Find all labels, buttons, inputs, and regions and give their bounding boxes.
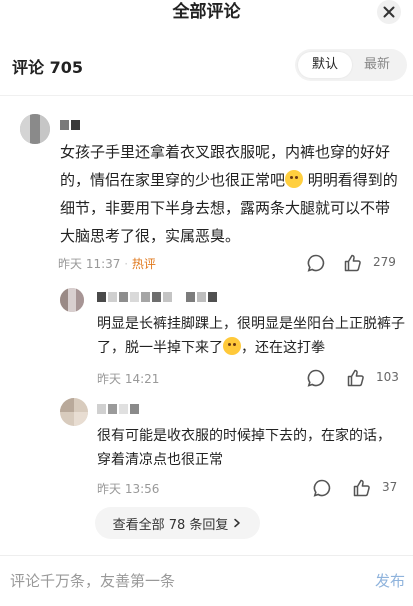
- comment-bubble-icon: [307, 369, 325, 387]
- hot-badge: 热评: [131, 257, 156, 271]
- close-button[interactable]: [377, 0, 401, 24]
- avatar[interactable]: [20, 114, 50, 144]
- reply-button[interactable]: [306, 252, 326, 274]
- page-title: 全部评论: [172, 2, 241, 22]
- like-button[interactable]: [346, 367, 366, 389]
- avatar[interactable]: [60, 398, 88, 426]
- comment-time: 昨天 11:37: [58, 257, 121, 271]
- like-count: 103: [376, 370, 399, 384]
- publish-button[interactable]: 发布: [375, 570, 405, 591]
- thumbs-up-icon: [353, 479, 370, 497]
- reply-time: 昨天 13:56: [97, 482, 160, 496]
- chevron-right-icon: [234, 518, 241, 528]
- close-icon: [383, 6, 395, 18]
- username[interactable]: [60, 120, 80, 130]
- header: 全部评论: [0, 0, 413, 24]
- view-all-replies-button[interactable]: 查看全部 78 条回复: [95, 507, 260, 539]
- comment-actions: 279: [300, 252, 410, 274]
- sort-toggle: 默认 最新: [295, 49, 407, 81]
- view-all-label: 查看全部 78 条回复: [112, 517, 229, 533]
- divider: [0, 95, 413, 96]
- like-count: 279: [373, 255, 396, 269]
- reply-button[interactable]: [312, 477, 332, 499]
- reply-text: 很有可能是收衣服的时候掉下去的，在家的话，穿着清凉点也很正常: [97, 428, 391, 468]
- sort-default-tab[interactable]: 默认: [298, 52, 352, 78]
- reply-actions: 37: [306, 477, 410, 499]
- sort-latest-tab[interactable]: 最新: [350, 52, 404, 78]
- reply-actions: 103: [300, 367, 410, 389]
- flushed-emoji-icon: [285, 170, 304, 188]
- comment-count: 评论 705: [12, 58, 83, 77]
- comment-input[interactable]: 评论千万条，友善第一条: [10, 570, 175, 591]
- comment-meta: 昨天 11:37 · 热评: [58, 257, 156, 271]
- comment-input-bar: 评论千万条，友善第一条 发布: [0, 555, 413, 606]
- thumbs-up-icon: [344, 254, 361, 272]
- comments-header: 评论 705 默认 最新: [0, 46, 413, 84]
- reply-time: 昨天 14:21: [97, 372, 160, 386]
- crying-laughing-emoji-icon: [223, 337, 241, 355]
- reply-button[interactable]: [306, 367, 326, 389]
- like-button[interactable]: [343, 252, 363, 274]
- comment-bubble-icon: [313, 479, 331, 497]
- username[interactable]: [97, 404, 139, 414]
- reply-text: 明显是长裤挂脚踝上，很明显是坐阳台上正脱裤子了，脱一半掉下来了 ，还在这打拳: [97, 316, 405, 356]
- like-button[interactable]: [352, 477, 372, 499]
- avatar[interactable]: [60, 288, 84, 312]
- thumbs-up-icon: [347, 369, 364, 387]
- username[interactable]: [97, 292, 217, 302]
- comment-bubble-icon: [307, 254, 325, 272]
- like-count: 37: [382, 480, 398, 494]
- comment-text: 女孩子手里还拿着衣叉跟衣服呢，内裤也穿的好好的，情侣在家里穿的少也很正常吧 明明…: [60, 143, 398, 245]
